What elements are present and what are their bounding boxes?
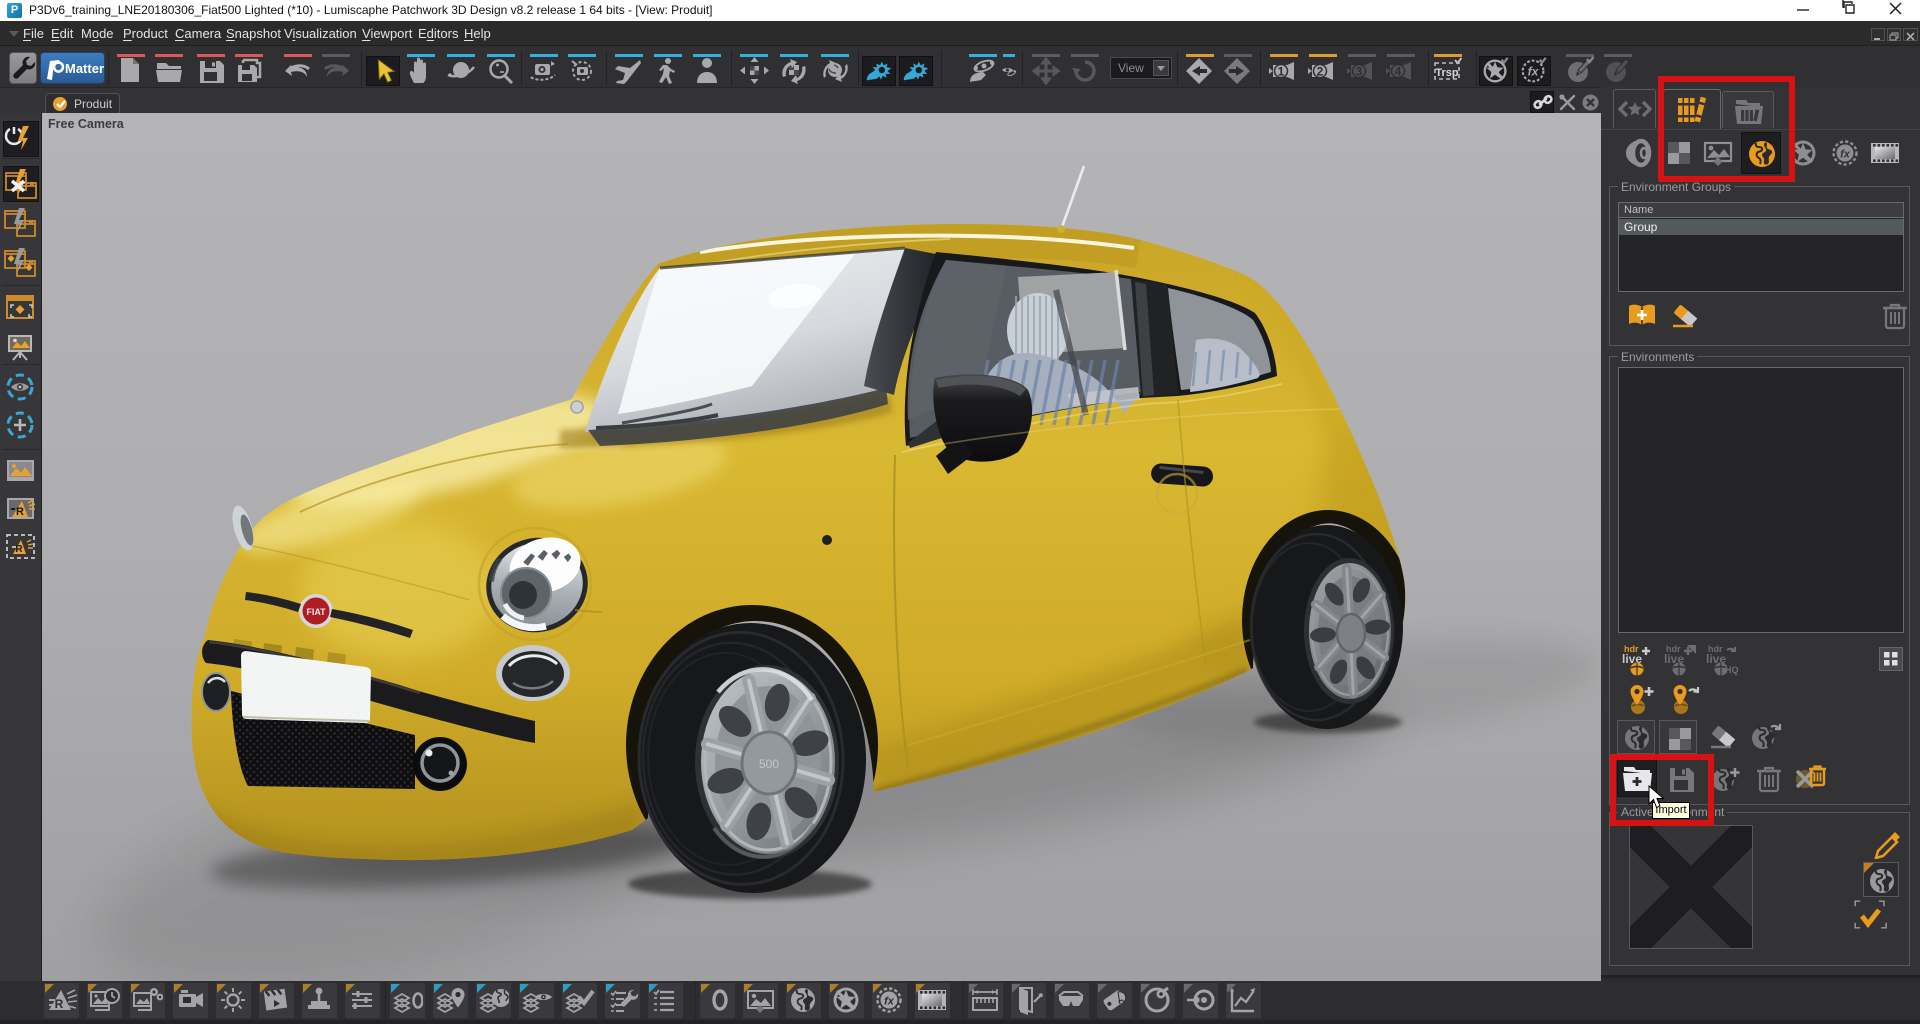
svg-text:fx: fx [1840,149,1851,161]
svg-text:fx: fx [1528,65,1540,79]
svg-text:3: 3 [1356,65,1363,79]
svg-text:1: 1 [1278,65,1285,79]
svg-text:500: 500 [759,757,779,771]
svg-text:4: 4 [1395,65,1402,79]
svg-text:R: R [55,997,64,1011]
svg-text:Trsp: Trsp [1435,67,1459,79]
svg-text:2: 2 [1317,65,1324,79]
svg-text:R: R [15,544,23,555]
svg-text:fx: fx [884,996,895,1008]
svg-text:R: R [16,506,24,518]
svg-text:FIAT: FIAT [306,607,326,617]
svg-text:HQ: HQ [1725,665,1739,675]
